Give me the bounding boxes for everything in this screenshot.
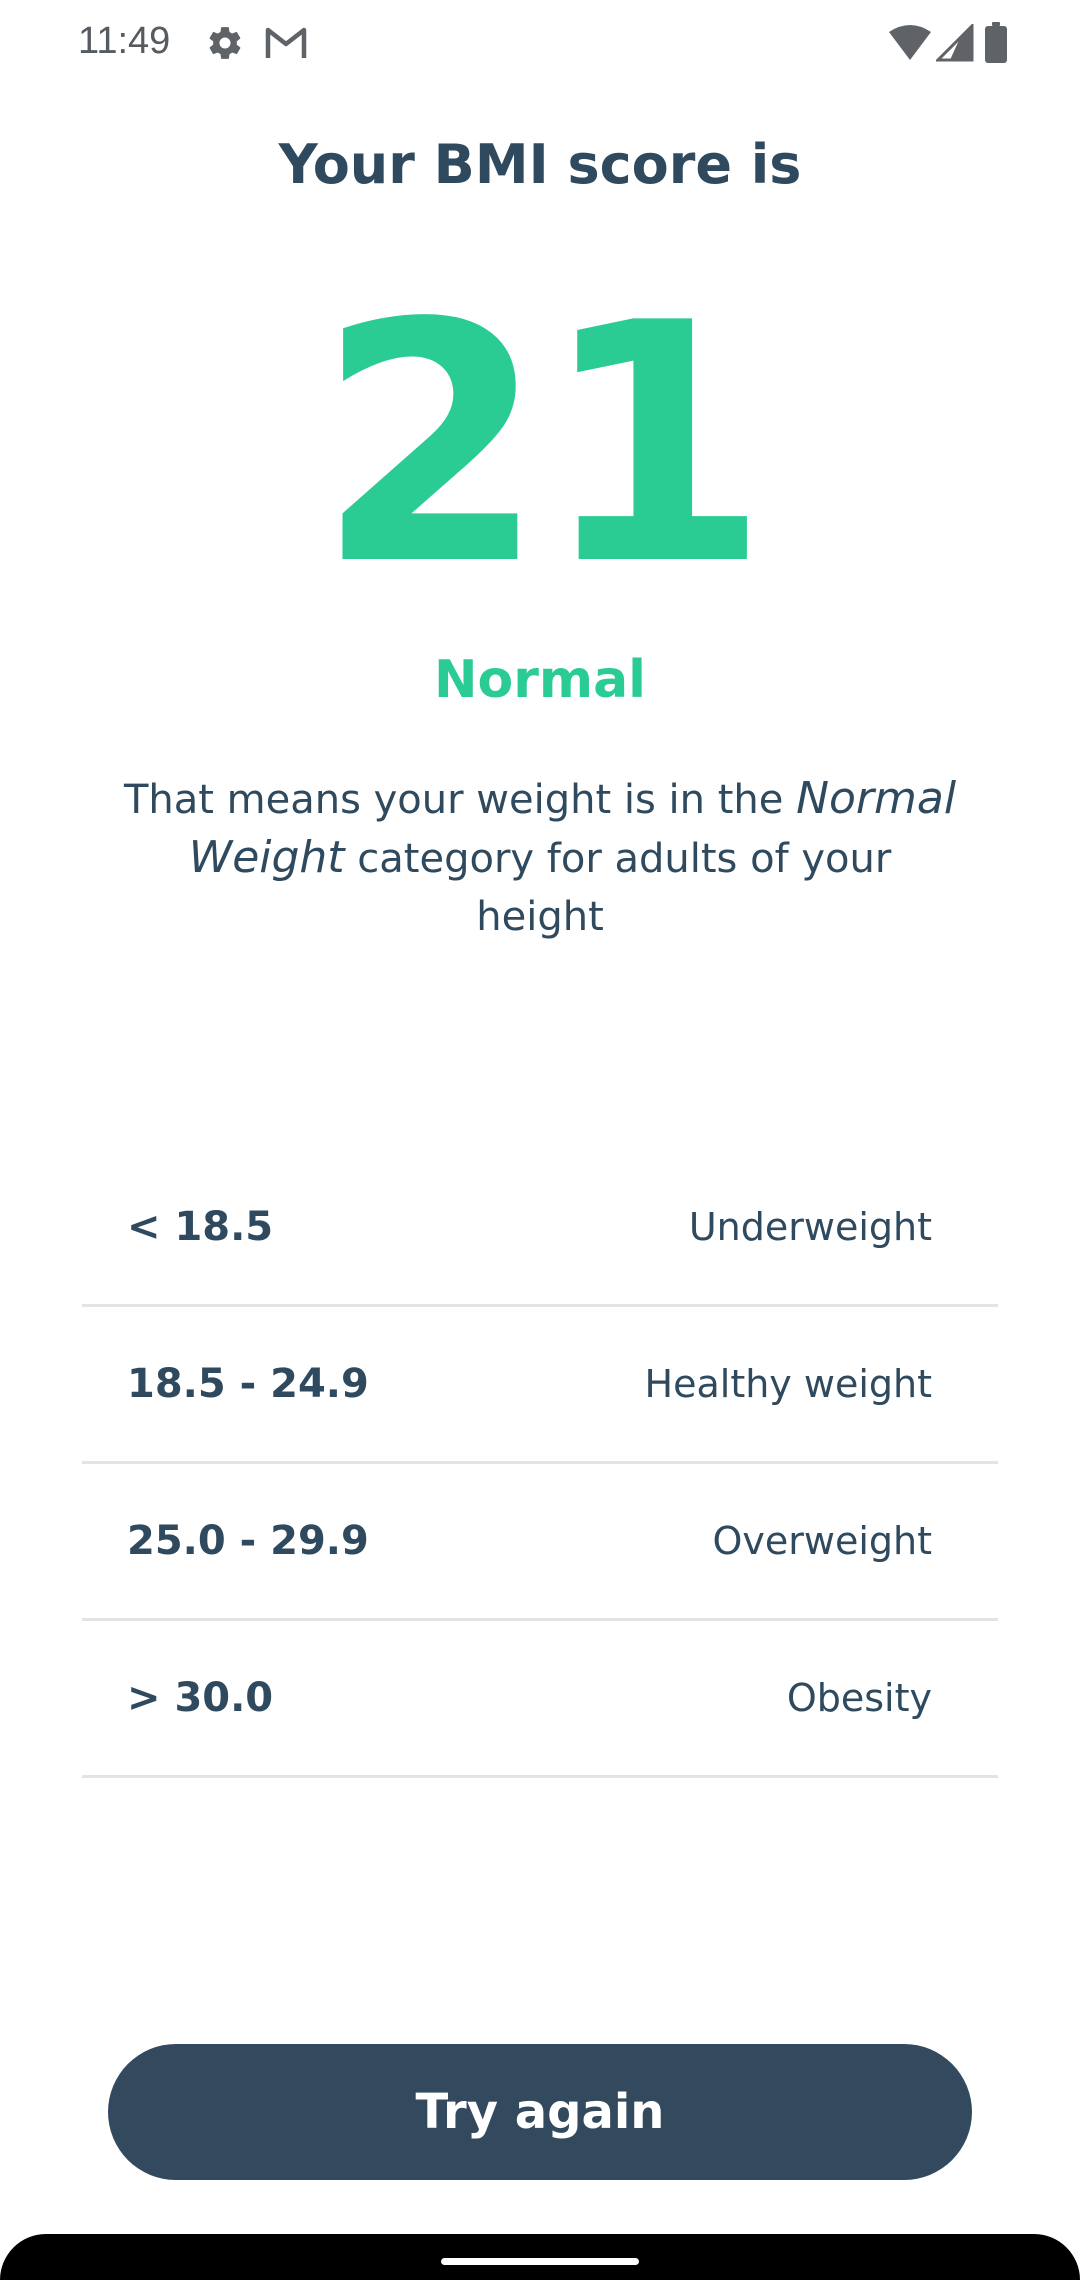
bmi-range: 25.0 - 29.9 (127, 1518, 369, 1564)
gear-icon (206, 24, 244, 66)
page-title: Your BMI score is (278, 133, 802, 196)
cell-signal-icon (934, 22, 974, 66)
home-gesture-handle[interactable] (441, 2258, 639, 2265)
navigation-bar (0, 2234, 1080, 2280)
try-again-button[interactable]: Try again (108, 2044, 972, 2180)
table-row: > 30.0 Obesity (82, 1621, 998, 1778)
bmi-range: > 30.0 (127, 1675, 274, 1721)
battery-icon (984, 22, 1008, 68)
bmi-label: Healthy weight (644, 1362, 932, 1406)
bmi-table: < 18.5 Underweight 18.5 - 24.9 Healthy w… (82, 1150, 998, 1778)
bmi-score: 21 (316, 253, 769, 637)
description-prefix: That means your weight is in the (123, 777, 797, 823)
bmi-range: < 18.5 (127, 1204, 274, 1250)
status-bar: 11:49 (0, 0, 1080, 90)
bmi-label: Underweight (688, 1205, 932, 1249)
table-row: 25.0 - 29.9 Overweight (82, 1464, 998, 1621)
bmi-description: That means your weight is in the Normal … (120, 770, 960, 946)
wifi-icon (888, 24, 932, 66)
status-time: 11:49 (78, 20, 171, 62)
bmi-category: Normal (434, 650, 646, 710)
table-row: 18.5 - 24.9 Healthy weight (82, 1307, 998, 1464)
bmi-label: Overweight (712, 1519, 932, 1563)
gmail-icon (264, 26, 308, 64)
description-suffix: category for adults of your height (344, 836, 892, 940)
bmi-label: Obesity (786, 1676, 932, 1720)
bmi-range: 18.5 - 24.9 (127, 1361, 369, 1407)
table-row: < 18.5 Underweight (82, 1150, 998, 1307)
